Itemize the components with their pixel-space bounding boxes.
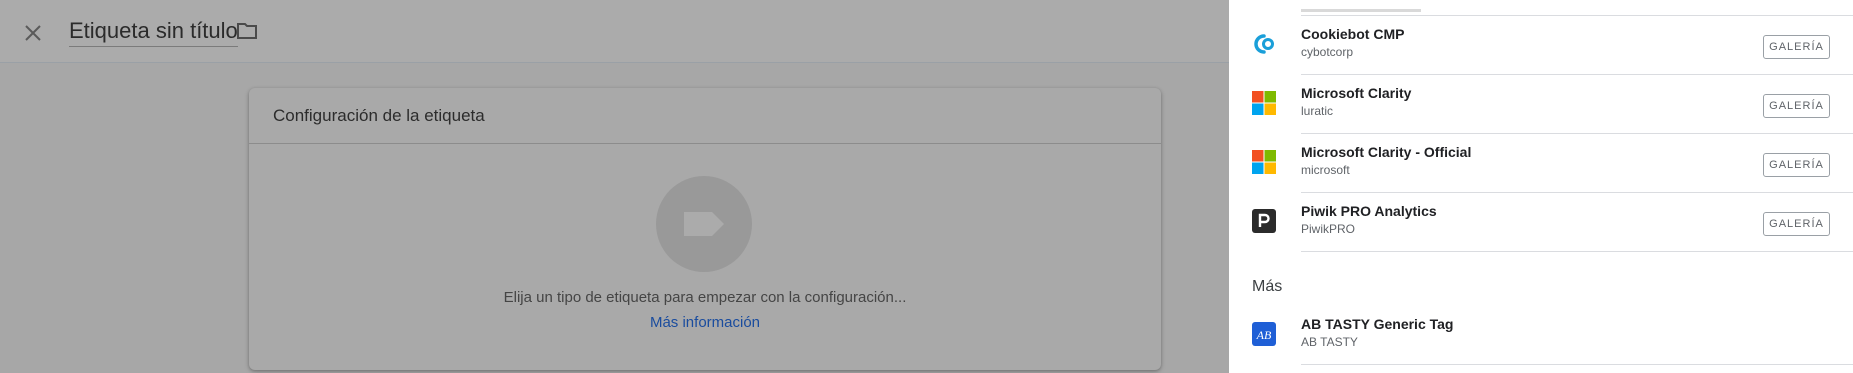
tag-editor: Etiqueta sin título Configuración de la … xyxy=(0,0,1229,373)
folder-icon xyxy=(237,23,257,39)
editor-header: Etiqueta sin título xyxy=(0,0,1229,63)
gallery-button[interactable]: GALERÍA xyxy=(1763,212,1830,236)
item-name: Cookiebot CMP xyxy=(1301,26,1405,42)
cookiebot-icon xyxy=(1251,31,1277,57)
item-vendor: PiwikPRO xyxy=(1301,222,1356,236)
card-divider xyxy=(249,143,1161,144)
list-item[interactable]: Cookiebot CMP cybotcorp GALERÍA xyxy=(1229,16,1853,75)
list-item[interactable]: Piwik PRO Analytics PiwikPRO GALERÍA xyxy=(1229,193,1853,252)
svg-text:AB: AB xyxy=(1256,328,1272,342)
item-name: Microsoft Clarity - Official xyxy=(1301,144,1472,160)
microsoft-icon xyxy=(1251,90,1277,116)
tag-name-field[interactable]: Etiqueta sin título xyxy=(69,18,238,47)
item-vendor: luratic xyxy=(1301,104,1334,118)
item-name: AB TASTY Generic Tag xyxy=(1301,316,1454,332)
list-divider xyxy=(1301,251,1853,252)
microsoft-icon xyxy=(1251,149,1277,175)
item-vendor: microsoft xyxy=(1301,163,1350,177)
list-divider xyxy=(1301,364,1853,365)
choose-tag-type-button[interactable] xyxy=(656,176,752,272)
previous-item-fragment xyxy=(1301,0,1431,12)
list-item[interactable]: AB AB TASTY Generic Tag AB TASTY xyxy=(1229,306,1853,365)
tag-configuration-card: Configuración de la etiqueta Elija un ti… xyxy=(249,88,1161,370)
item-vendor: AB TASTY xyxy=(1301,335,1358,349)
item-vendor: cybotcorp xyxy=(1301,45,1354,59)
list-item[interactable]: Microsoft Clarity - Official microsoft G… xyxy=(1229,134,1853,193)
piwik-icon xyxy=(1251,208,1277,234)
list-item[interactable]: Microsoft Clarity luratic GALERÍA xyxy=(1229,75,1853,134)
tag-icon xyxy=(684,212,724,236)
gallery-button[interactable]: GALERÍA xyxy=(1763,35,1830,59)
close-button[interactable] xyxy=(20,20,46,46)
card-title: Configuración de la etiqueta xyxy=(273,106,485,125)
section-title-more: Más xyxy=(1252,278,1283,295)
item-name: Piwik PRO Analytics xyxy=(1301,203,1437,219)
item-name: Microsoft Clarity xyxy=(1301,85,1412,101)
close-icon xyxy=(25,25,41,41)
tag-type-panel: Cookiebot CMP cybotcorp GALERÍA Microsof… xyxy=(1229,0,1853,373)
learn-more-link[interactable]: Más información xyxy=(249,314,1161,331)
gallery-button[interactable]: GALERÍA xyxy=(1763,153,1830,177)
abtasty-icon: AB xyxy=(1251,321,1277,347)
empty-state-hint: Elija un tipo de etiqueta para empezar c… xyxy=(503,289,907,306)
gallery-button[interactable]: GALERÍA xyxy=(1763,94,1830,118)
folder-button[interactable] xyxy=(236,21,260,43)
